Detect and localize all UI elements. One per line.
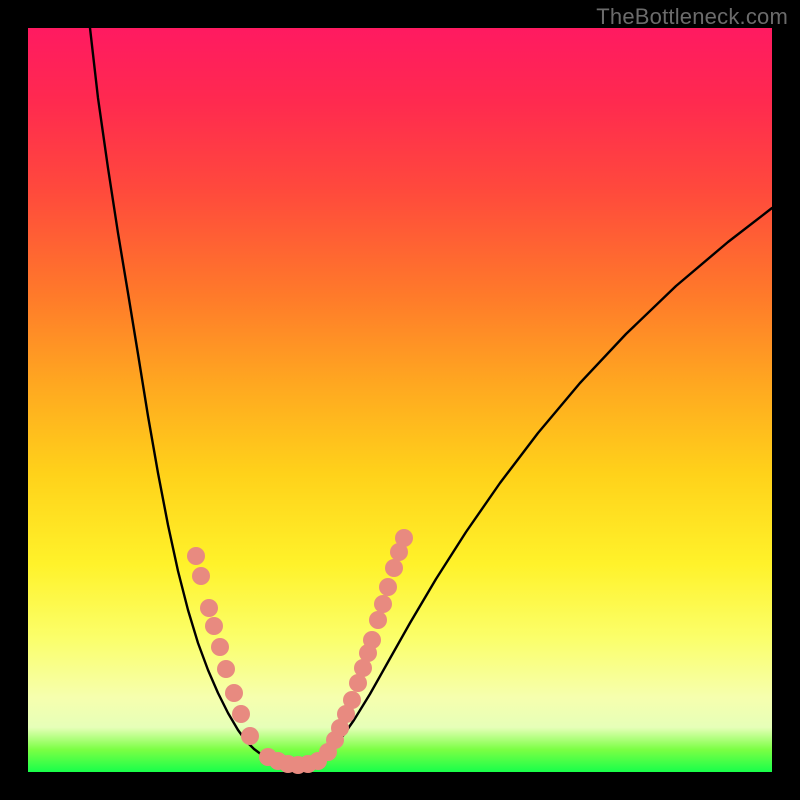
data-marker [192, 567, 210, 585]
marker-layer [187, 529, 413, 774]
data-marker [374, 595, 392, 613]
data-marker [241, 727, 259, 745]
data-marker [379, 578, 397, 596]
data-marker [211, 638, 229, 656]
data-marker [395, 529, 413, 547]
data-marker [187, 547, 205, 565]
data-marker [232, 705, 250, 723]
data-marker [363, 631, 381, 649]
data-marker [343, 691, 361, 709]
chart-svg [28, 28, 772, 772]
data-marker [200, 599, 218, 617]
data-marker [385, 559, 403, 577]
bottleneck-curve [90, 28, 772, 766]
watermark-text: TheBottleneck.com [596, 4, 788, 30]
data-marker [205, 617, 223, 635]
chart-frame [28, 28, 772, 772]
data-marker [225, 684, 243, 702]
data-marker [369, 611, 387, 629]
data-marker [217, 660, 235, 678]
